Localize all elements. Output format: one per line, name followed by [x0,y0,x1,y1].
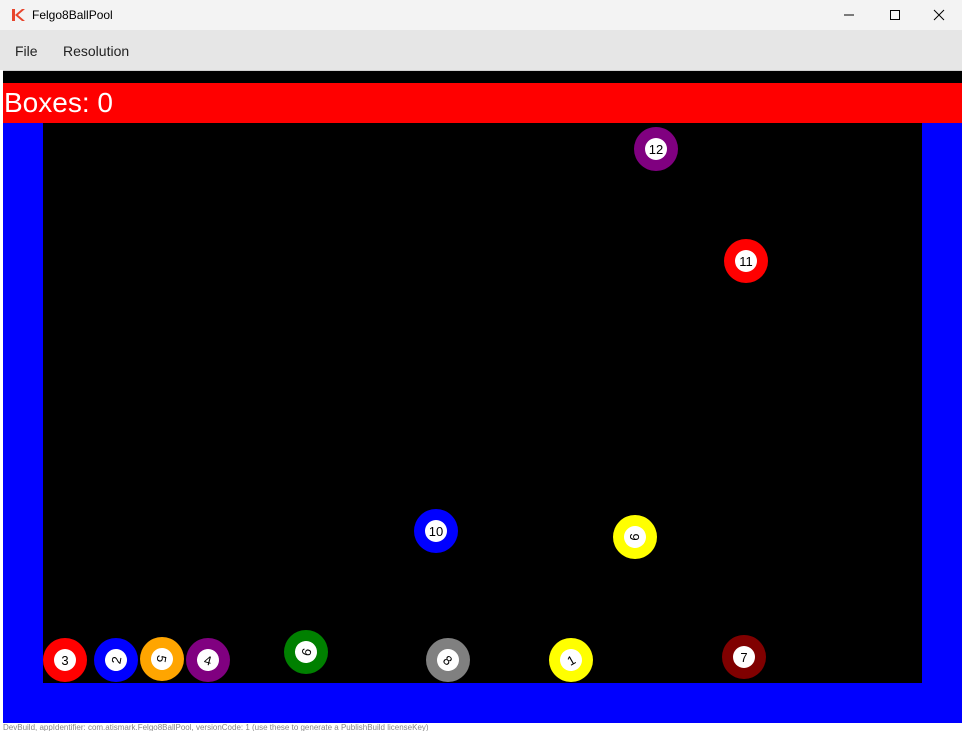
ball-3[interactable]: 3 [43,638,87,682]
ball-5[interactable]: 5 [140,637,184,681]
close-button[interactable] [916,0,962,30]
minimize-button[interactable] [826,0,872,30]
ball-8[interactable]: 8 [426,638,470,682]
ball-number: 4 [194,646,222,674]
maximize-button[interactable] [872,0,918,30]
ball-number: 10 [425,520,447,542]
title-bar: Felgo8BallPool [0,0,962,30]
window-title: Felgo8BallPool [32,8,113,22]
ball-9[interactable]: 9 [613,515,657,559]
ball-1[interactable]: 1 [549,638,593,682]
game-canvas[interactable] [3,71,962,723]
ball-number: 7 [733,646,755,668]
close-icon [933,9,945,21]
ball-number: 3 [54,649,76,671]
ball-11[interactable]: 11 [724,239,768,283]
ball-number: 11 [735,250,757,272]
ball-7[interactable]: 7 [722,635,766,679]
ball-4[interactable]: 4 [186,638,230,682]
ball-number: 12 [645,138,667,160]
boxes-counter: Boxes: 0 [4,87,113,118]
ball-number: 6 [292,638,320,666]
maximize-icon [890,10,900,20]
menu-resolution[interactable]: Resolution [63,43,129,59]
ball-number: 5 [149,646,175,672]
score-bar: Boxes: 0 [3,83,962,123]
minimize-icon [844,14,854,16]
build-info-text: DevBuild, appIdentifier: com.atismark.Fe… [3,723,962,731]
ball-12[interactable]: 12 [634,127,678,171]
left-wall [3,123,43,723]
ball-2[interactable]: 2 [94,638,138,682]
ball-number: 9 [623,525,647,549]
ball-6[interactable]: 6 [284,630,328,674]
ball-number: 8 [432,644,464,676]
ball-number: 2 [103,647,129,673]
right-wall [922,123,962,723]
bottom-wall [3,683,962,723]
felgo-logo-icon [12,9,25,21]
menu-file[interactable]: File [15,43,38,59]
ball-number: 1 [555,644,587,676]
menu-bar: File Resolution [0,30,962,71]
ball-10[interactable]: 10 [414,509,458,553]
